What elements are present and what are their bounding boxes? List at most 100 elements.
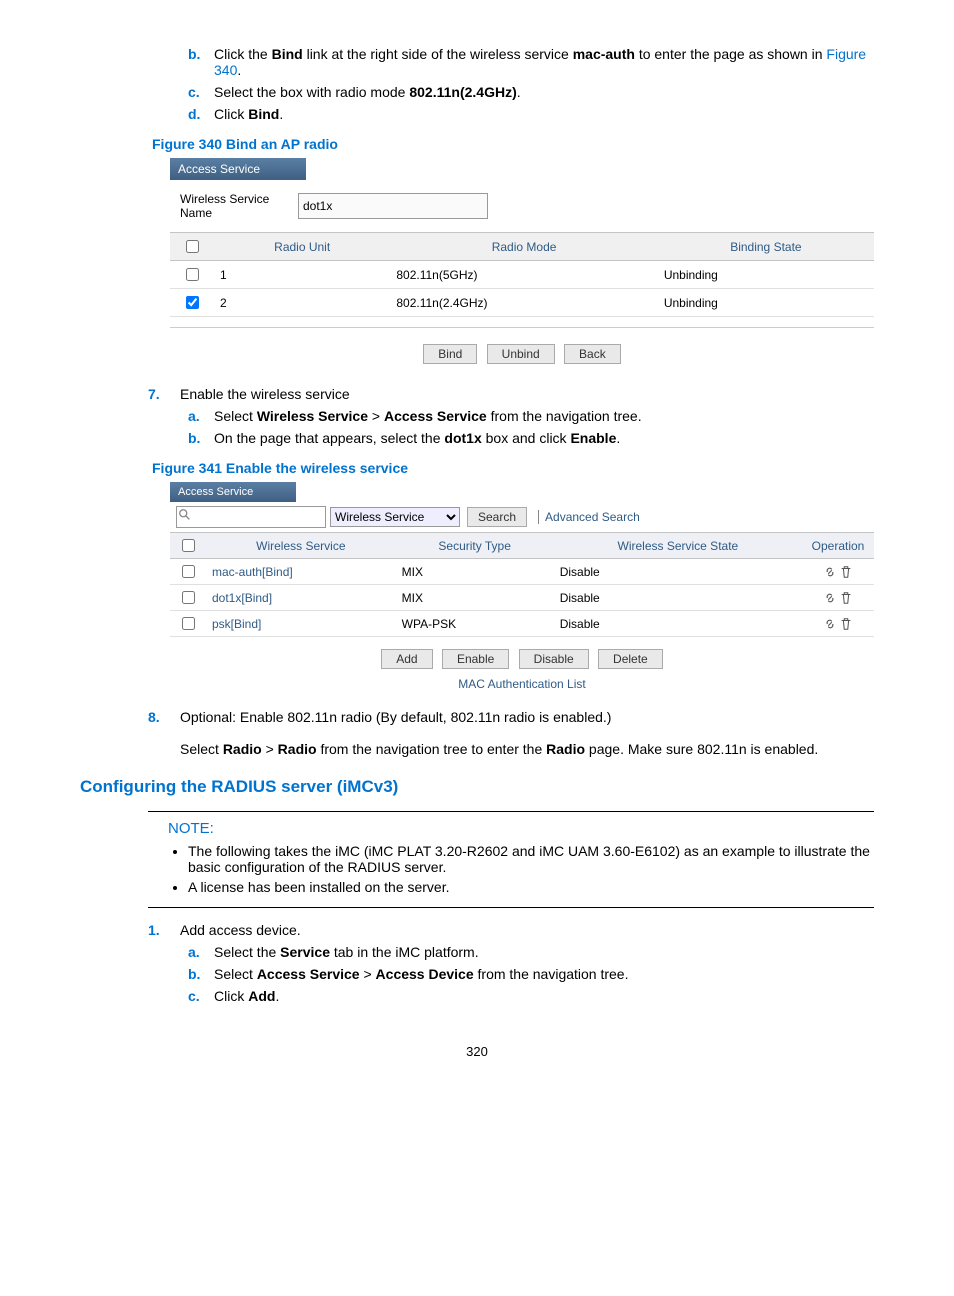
bold: Bind	[248, 106, 279, 122]
step-letter: b.	[188, 966, 214, 982]
step-letter: a.	[188, 408, 214, 424]
text: On the page that appears, select the	[214, 430, 444, 446]
cell-mode: 802.11n(2.4GHz)	[390, 289, 657, 317]
link-icon[interactable]	[823, 565, 837, 579]
bold: Service	[280, 944, 330, 960]
text: Select	[214, 966, 257, 982]
bold: Bind	[272, 46, 303, 62]
step-text: Click Add.	[214, 988, 874, 1004]
text: to enter the page as shown in	[635, 46, 826, 62]
wireless-service-name-input[interactable]	[298, 193, 488, 219]
col-header: Wireless Service	[206, 533, 396, 559]
bold: 802.11n(2.4GHz)	[409, 84, 516, 100]
note-label: NOTE:	[168, 820, 874, 837]
step-letter: d.	[188, 106, 214, 122]
cell-mode: 802.11n(5GHz)	[390, 261, 657, 289]
section-heading: Configuring the RADIUS server (iMCv3)	[80, 777, 874, 797]
step-letter: b.	[188, 46, 214, 78]
mac-auth-list-link[interactable]: MAC Authentication List	[170, 677, 874, 691]
bold: Radio	[546, 741, 585, 757]
text: .	[616, 430, 620, 446]
text: >	[262, 741, 278, 757]
step-letter: a.	[188, 944, 214, 960]
search-button[interactable]: Search	[467, 507, 527, 527]
step-text: Enable the wireless service	[180, 386, 874, 402]
figure-340: Access Service Wireless Service Name Rad…	[170, 158, 874, 368]
bold: Add	[248, 988, 275, 1004]
col-header: Radio Unit	[214, 233, 390, 261]
enable-button[interactable]: Enable	[442, 649, 509, 669]
step-text: Add access device.	[180, 922, 874, 938]
col-header: Radio Mode	[390, 233, 657, 261]
step-text: Select Wireless Service > Access Service…	[214, 408, 874, 424]
service-name-link[interactable]: dot1x[Bind]	[206, 585, 396, 611]
text: Select	[180, 741, 223, 757]
bold: mac-auth	[573, 46, 635, 62]
text: .	[279, 106, 283, 122]
select-all-checkbox[interactable]	[182, 539, 195, 552]
cell-state: Disable	[554, 585, 802, 611]
cell-operation	[802, 559, 874, 585]
back-button[interactable]: Back	[564, 344, 621, 364]
service-name-link[interactable]: psk[Bind]	[206, 611, 396, 637]
figure-341: Access Service Wireless Service Search A…	[170, 482, 874, 691]
search-input[interactable]	[176, 506, 326, 528]
cell-unit: 2	[214, 289, 390, 317]
bold: dot1x	[444, 430, 481, 446]
cell-state: Disable	[554, 559, 802, 585]
disable-button[interactable]: Disable	[519, 649, 589, 669]
step-text: Click the Bind link at the right side of…	[214, 46, 874, 78]
text: box and click	[482, 430, 571, 446]
search-field-select[interactable]: Wireless Service	[330, 507, 460, 527]
cell-state: Unbinding	[658, 261, 874, 289]
advanced-search-link[interactable]: Advanced Search	[538, 510, 640, 524]
cell-state: Unbinding	[658, 289, 874, 317]
step-letter: c.	[188, 84, 214, 100]
text: Click	[214, 106, 248, 122]
bold: Access Service	[257, 966, 360, 982]
text: .	[275, 988, 279, 1004]
step-text: Select the Service tab in the iMC platfo…	[214, 944, 874, 960]
unbind-button[interactable]: Unbind	[487, 344, 555, 364]
cell-state: Disable	[554, 611, 802, 637]
cell-security: MIX	[396, 559, 554, 585]
text: from the navigation tree.	[487, 408, 642, 424]
text: Optional: Enable 802.11n radio (By defau…	[180, 709, 611, 725]
service-name-link[interactable]: mac-auth[Bind]	[206, 559, 396, 585]
text: Select the box with radio mode	[214, 84, 409, 100]
trash-icon[interactable]	[839, 591, 853, 605]
text: .	[237, 62, 241, 78]
row-checkbox[interactable]	[186, 268, 199, 281]
trash-icon[interactable]	[839, 565, 853, 579]
note-item: The following takes the iMC (iMC PLAT 3.…	[188, 843, 874, 875]
row-checkbox[interactable]	[182, 617, 195, 630]
note-item: A license has been installed on the serv…	[188, 879, 874, 895]
note-box: NOTE: The following takes the iMC (iMC P…	[148, 811, 874, 908]
col-header: Security Type	[396, 533, 554, 559]
bold: Access Service	[384, 408, 487, 424]
row-checkbox[interactable]	[182, 565, 195, 578]
table-row: psk[Bind]WPA-PSKDisable	[170, 611, 874, 637]
delete-button[interactable]: Delete	[598, 649, 663, 669]
row-checkbox[interactable]	[186, 296, 199, 309]
col-header: Binding State	[658, 233, 874, 261]
step-text: Click Bind.	[214, 106, 874, 122]
add-button[interactable]: Add	[381, 649, 432, 669]
link-icon[interactable]	[823, 591, 837, 605]
row-checkbox[interactable]	[182, 591, 195, 604]
link-icon[interactable]	[823, 617, 837, 631]
table-row: 1802.11n(5GHz)Unbinding	[170, 261, 874, 289]
step-letter: c.	[188, 988, 214, 1004]
bold: Radio	[278, 741, 317, 757]
step-number: 7.	[148, 386, 180, 402]
table-row: 2802.11n(2.4GHz)Unbinding	[170, 289, 874, 317]
step-letter: b.	[188, 430, 214, 446]
cell-security: WPA-PSK	[396, 611, 554, 637]
bind-button[interactable]: Bind	[423, 344, 477, 364]
select-all-checkbox[interactable]	[186, 240, 199, 253]
text: link at the right side of the wireless s…	[303, 46, 573, 62]
search-icon	[176, 506, 326, 528]
step-number: 1.	[148, 922, 180, 938]
trash-icon[interactable]	[839, 617, 853, 631]
figure-caption: Figure 340 Bind an AP radio	[152, 136, 874, 152]
